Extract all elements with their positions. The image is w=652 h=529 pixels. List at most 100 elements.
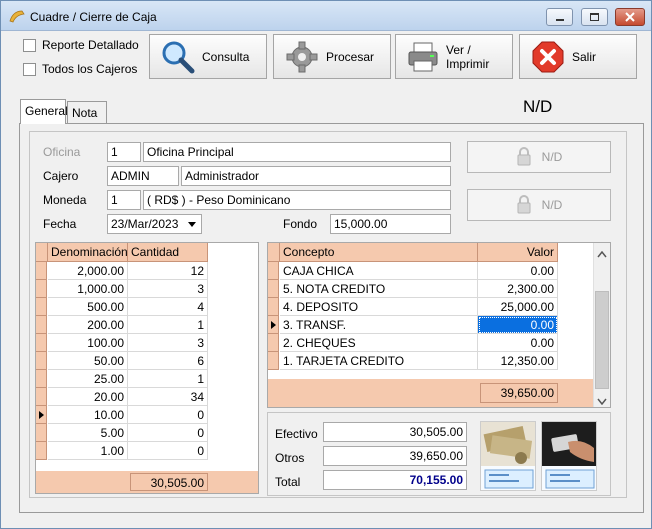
valor-header[interactable]: Valor — [478, 243, 558, 262]
procesar-button[interactable]: Procesar — [273, 34, 391, 79]
nd-button-2[interactable]: N/D — [467, 189, 611, 221]
scroll-down-icon[interactable] — [597, 394, 607, 408]
reporte-detallado-checkbox[interactable]: Reporte Detallado — [23, 38, 139, 52]
scroll-up-icon[interactable] — [597, 247, 607, 261]
grid-corner — [36, 243, 48, 262]
oficina-name-field[interactable]: Oficina Principal — [143, 142, 451, 162]
fondo-field[interactable]: 15,000.00 — [330, 214, 451, 234]
chevron-down-icon[interactable] — [185, 217, 199, 231]
cantidad-cell[interactable]: 34 — [128, 388, 208, 406]
row-indicator[interactable] — [36, 370, 47, 388]
denominacion-cell[interactable]: 200.00 — [48, 316, 128, 334]
row-indicator[interactable] — [36, 388, 47, 406]
scroll-thumb[interactable] — [595, 291, 609, 389]
cajero-name-field[interactable]: Administrador — [181, 166, 451, 186]
concepto-cell[interactable]: 4. DEPOSITO — [280, 298, 478, 316]
row-indicator[interactable] — [36, 262, 47, 280]
fecha-value: 23/Mar/2023 — [111, 217, 179, 231]
concepto-cell[interactable]: 5. NOTA CREDITO — [280, 280, 478, 298]
nd-button-1[interactable]: N/D — [467, 141, 611, 173]
denominacion-cell[interactable]: 50.00 — [48, 352, 128, 370]
concepto-header[interactable]: Concepto — [280, 243, 478, 262]
valor-cell[interactable]: 0.00 — [478, 316, 558, 334]
moneda-name-field[interactable]: ( RD$ ) - Peso Dominicano — [143, 190, 451, 210]
todos-cajeros-checkbox[interactable]: Todos los Cajeros — [23, 62, 137, 76]
row-indicator[interactable] — [36, 352, 47, 370]
consulta-button[interactable]: Consulta — [149, 34, 267, 79]
cantidad-cell[interactable]: 3 — [128, 334, 208, 352]
concepts-scrollbar[interactable] — [593, 243, 610, 407]
checkbox-box[interactable] — [23, 38, 36, 52]
row-indicator[interactable] — [36, 298, 47, 316]
denominacion-cell[interactable]: 100.00 — [48, 334, 128, 352]
otros-field[interactable]: 39,650.00 — [323, 446, 467, 466]
cantidad-cell[interactable]: 0 — [128, 442, 208, 460]
cantidad-cell[interactable]: 0 — [128, 424, 208, 442]
total-field[interactable]: 70,155.00 — [323, 470, 467, 490]
cantidad-cell[interactable]: 12 — [128, 262, 208, 280]
row-indicator[interactable] — [36, 334, 47, 352]
cantidad-cell[interactable]: 0 — [128, 406, 208, 424]
valor-cell[interactable]: 12,350.00 — [478, 352, 558, 370]
row-indicator[interactable] — [36, 406, 47, 424]
denominacion-cell[interactable]: 2,000.00 — [48, 262, 128, 280]
row-indicator[interactable] — [268, 280, 279, 298]
oficina-label: Oficina — [43, 145, 81, 159]
maximize-button[interactable] — [581, 8, 608, 26]
tab-general[interactable]: General — [20, 99, 68, 124]
oficina-code-field[interactable]: 1 — [107, 142, 141, 162]
denominacion-header[interactable]: Denominación — [48, 243, 128, 262]
valor-cell[interactable]: 2,300.00 — [478, 280, 558, 298]
checkbox-box[interactable] — [23, 62, 36, 76]
cantidad-cell[interactable]: 4 — [128, 298, 208, 316]
cantidad-header[interactable]: Cantidad — [128, 243, 208, 262]
close-icon — [625, 12, 635, 22]
cantidad-cell[interactable]: 1 — [128, 316, 208, 334]
concepts-grid[interactable]: Concepto Valor 39,650.00 CAJA CHICA 0.00 5… — [267, 242, 611, 408]
valor-cell[interactable]: 0.00 — [478, 262, 558, 280]
denominacion-cell[interactable]: 500.00 — [48, 298, 128, 316]
denominations-grid[interactable]: Denominación Cantidad 30,505.00 2,000.00… — [35, 242, 259, 494]
salir-button[interactable]: Salir — [519, 34, 637, 79]
cantidad-cell[interactable]: 6 — [128, 352, 208, 370]
row-indicator[interactable] — [36, 442, 47, 460]
denominacion-cell[interactable]: 1,000.00 — [48, 280, 128, 298]
concepto-cell[interactable]: CAJA CHICA — [280, 262, 478, 280]
denominacion-cell[interactable]: 20.00 — [48, 388, 128, 406]
concepto-cell[interactable]: 3. TRANSF. — [280, 316, 478, 334]
valor-cell[interactable]: 25,000.00 — [478, 298, 558, 316]
row-indicator[interactable] — [268, 298, 279, 316]
row-indicator[interactable] — [36, 424, 47, 442]
imprimir-button[interactable]: Ver / Imprimir — [395, 34, 513, 79]
cantidad-cell[interactable]: 1 — [128, 370, 208, 388]
denominations-total: 30,505.00 — [130, 473, 208, 491]
tab-nota[interactable]: Nota — [67, 101, 107, 123]
row-indicator[interactable] — [268, 352, 279, 370]
printer-icon — [406, 39, 440, 75]
cantidad-cell[interactable]: 3 — [128, 280, 208, 298]
denominacion-cell[interactable]: 25.00 — [48, 370, 128, 388]
row-indicator[interactable] — [268, 316, 279, 334]
nd-button-1-label: N/D — [541, 150, 563, 164]
close-button[interactable] — [615, 8, 645, 26]
denominacion-cell[interactable]: 1.00 — [48, 442, 128, 460]
concepto-cell[interactable]: 2. CHEQUES — [280, 334, 478, 352]
cajero-code-field[interactable]: ADMIN — [107, 166, 179, 186]
minimize-button[interactable] — [546, 8, 573, 26]
row-indicator[interactable] — [268, 262, 279, 280]
concepto-cell[interactable]: 1. TARJETA CREDITO — [280, 352, 478, 370]
fecha-picker[interactable]: 23/Mar/2023 — [107, 214, 202, 234]
valor-cell[interactable]: 0.00 — [478, 334, 558, 352]
title-bar: Cuadre / Cierre de Caja — [1, 1, 651, 31]
efectivo-field[interactable]: 30,505.00 — [323, 422, 467, 442]
denominacion-cell[interactable]: 10.00 — [48, 406, 128, 424]
stop-icon — [530, 39, 566, 75]
row-indicator[interactable] — [36, 316, 47, 334]
concepts-total: 39,650.00 — [480, 383, 558, 403]
moneda-code-field[interactable]: 1 — [107, 190, 141, 210]
denominacion-cell[interactable]: 5.00 — [48, 424, 128, 442]
consulta-label: Consulta — [202, 49, 250, 64]
gear-icon — [284, 39, 320, 75]
row-indicator[interactable] — [36, 280, 47, 298]
row-indicator[interactable] — [268, 334, 279, 352]
